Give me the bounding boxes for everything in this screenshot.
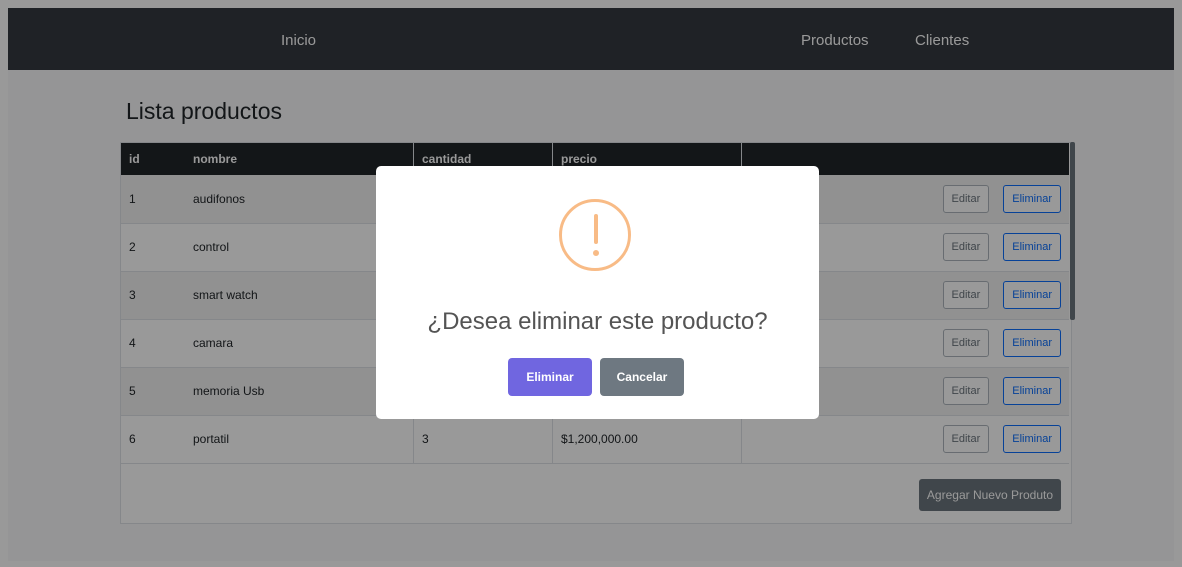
dialog-message: ¿Desea eliminar este producto? [427,308,768,335]
cancel-button[interactable]: Cancelar [600,358,684,396]
warning-icon-dot [593,250,599,256]
confirm-delete-button[interactable]: Eliminar [508,358,592,396]
modal-backdrop[interactable]: ¿Desea eliminar este producto? Eliminar … [0,0,1182,567]
warning-icon-bar [594,214,598,244]
warning-icon [559,199,631,271]
confirm-dialog: ¿Desea eliminar este producto? Eliminar … [376,166,819,419]
